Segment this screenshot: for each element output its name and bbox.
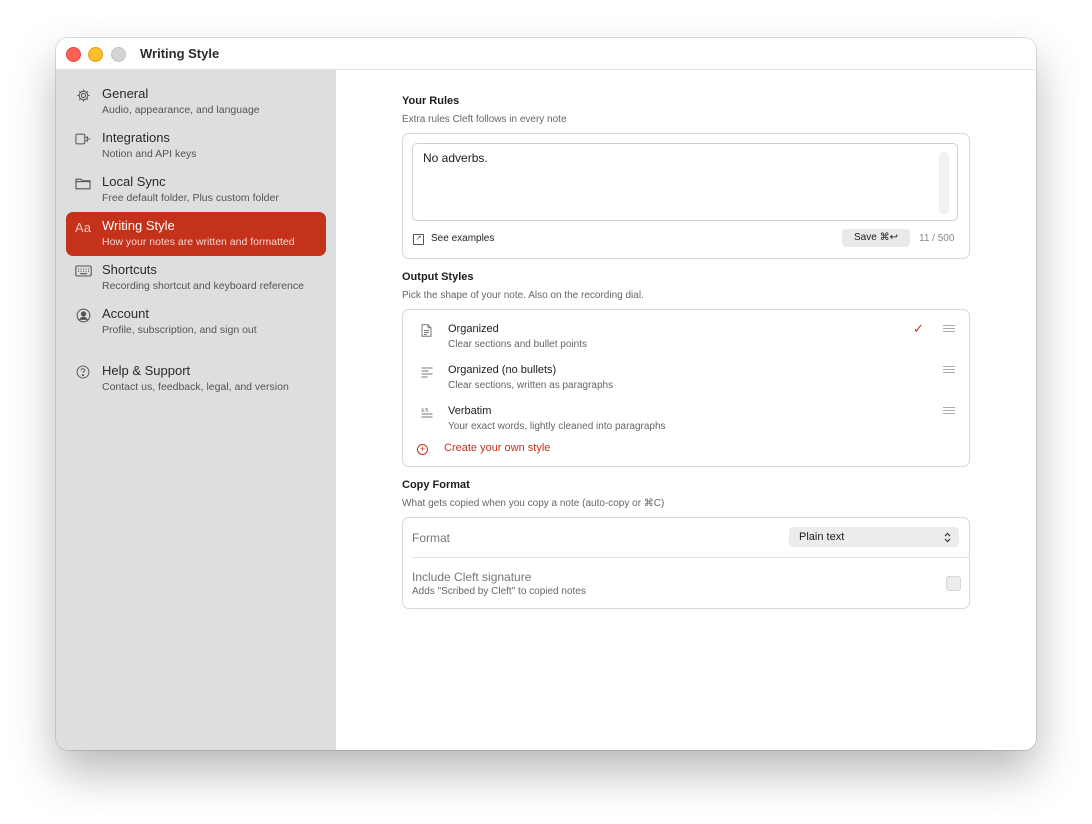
drag-handle-icon[interactable] bbox=[943, 366, 955, 373]
sidebar-item-integrations[interactable]: Integrations Notion and API keys bbox=[66, 124, 326, 168]
format-select[interactable]: Plain text bbox=[789, 527, 959, 547]
gear-icon bbox=[74, 86, 92, 104]
signature-label: Include Cleft signature bbox=[412, 570, 532, 584]
sidebar: General Audio, appearance, and language … bbox=[56, 70, 336, 750]
help-icon bbox=[74, 363, 92, 381]
style-description: Clear sections and bullet points bbox=[448, 339, 587, 350]
sidebar-item-title: Help & Support bbox=[102, 363, 191, 378]
format-label: Format bbox=[412, 531, 451, 545]
plug-icon bbox=[74, 130, 92, 148]
format-select-value: Plain text bbox=[799, 531, 845, 543]
external-link-icon: ↗ bbox=[413, 234, 424, 245]
rules-section-title: Your Rules bbox=[402, 95, 460, 107]
title-bar: Writing Style bbox=[56, 38, 1036, 70]
style-description: Clear sections, written as paragraphs bbox=[448, 380, 614, 391]
paragraph-icon bbox=[421, 365, 433, 379]
folder-icon bbox=[74, 174, 92, 192]
output-styles-section-title: Output Styles bbox=[402, 271, 474, 283]
rules-card: No adverbs. ↗ See examples Save ⌘↩ 11 / … bbox=[402, 133, 970, 259]
style-description: Your exact words, lightly cleaned into p… bbox=[448, 421, 666, 432]
plus-circle-icon: + bbox=[417, 444, 428, 455]
document-icon bbox=[421, 324, 433, 338]
sidebar-item-subtitle: Profile, subscription, and sign out bbox=[102, 324, 257, 336]
drag-handle-icon[interactable] bbox=[943, 407, 955, 414]
signature-checkbox[interactable] bbox=[946, 576, 961, 591]
zoom-window-button[interactable] bbox=[111, 47, 126, 62]
rules-section-subtitle: Extra rules Cleft follows in every note bbox=[402, 114, 567, 125]
sidebar-item-subtitle: Recording shortcut and keyboard referenc… bbox=[102, 280, 304, 292]
signature-description: Adds "Scribed by Cleft" to copied notes bbox=[412, 586, 586, 597]
sidebar-item-account[interactable]: Account Profile, subscription, and sign … bbox=[66, 300, 326, 344]
style-name: Organized (no bullets) bbox=[448, 364, 557, 376]
keyboard-icon bbox=[74, 262, 92, 280]
sidebar-item-subtitle: Contact us, feedback, legal, and version bbox=[102, 381, 289, 393]
chevron-up-down-icon bbox=[944, 527, 951, 550]
row-divider bbox=[412, 557, 969, 558]
drag-handle-icon[interactable] bbox=[943, 325, 955, 332]
style-row-organized-no-bullets[interactable]: Organized (no bullets) Clear sections, w… bbox=[403, 364, 969, 404]
copy-format-section-subtitle: What gets copied when you copy a note (a… bbox=[402, 498, 665, 509]
sidebar-item-help-support[interactable]: Help & Support Contact us, feedback, leg… bbox=[66, 357, 326, 401]
sidebar-item-general[interactable]: General Audio, appearance, and language bbox=[66, 80, 326, 124]
sidebar-item-title: General bbox=[102, 86, 149, 101]
sidebar-item-title: Shortcuts bbox=[102, 262, 157, 277]
checkmark-icon: ✓ bbox=[913, 321, 924, 336]
verbatim-icon bbox=[421, 406, 433, 420]
style-row-verbatim[interactable]: Verbatim Your exact words, lightly clean… bbox=[403, 405, 969, 445]
sidebar-item-subtitle: Notion and API keys bbox=[102, 148, 197, 160]
sidebar-item-subtitle: Free default folder, Plus custom folder bbox=[102, 192, 279, 204]
minimize-window-button[interactable] bbox=[88, 47, 103, 62]
style-name: Verbatim bbox=[448, 405, 492, 417]
window-title: Writing Style bbox=[140, 46, 220, 61]
settings-window: Writing Style General Audio, appearance,… bbox=[56, 38, 1036, 750]
rules-scrollbar[interactable] bbox=[939, 152, 949, 214]
style-name: Organized bbox=[448, 323, 499, 335]
copy-format-section-title: Copy Format bbox=[402, 479, 470, 491]
sidebar-item-shortcuts[interactable]: Shortcuts Recording shortcut and keyboar… bbox=[66, 256, 326, 300]
sidebar-item-local-sync[interactable]: Local Sync Free default folder, Plus cus… bbox=[66, 168, 326, 212]
output-styles-card: Organized Clear sections and bullet poin… bbox=[402, 309, 970, 467]
text-style-icon: Aa bbox=[75, 219, 91, 235]
character-counter: 11 / 500 bbox=[919, 233, 955, 244]
person-circle-icon bbox=[74, 306, 92, 324]
save-button[interactable]: Save ⌘↩ bbox=[842, 229, 910, 247]
rules-text: No adverbs. bbox=[423, 151, 488, 165]
rules-textarea[interactable]: No adverbs. bbox=[412, 143, 958, 221]
copy-format-card: Format Plain text Include Cleft signatur… bbox=[402, 517, 970, 609]
main-content: Your Rules Extra rules Cleft follows in … bbox=[336, 70, 1036, 750]
sidebar-item-title: Account bbox=[102, 306, 149, 321]
sidebar-item-subtitle: How your notes are written and formatted bbox=[102, 236, 295, 248]
sidebar-item-title: Writing Style bbox=[102, 218, 175, 233]
sidebar-item-subtitle: Audio, appearance, and language bbox=[102, 104, 260, 116]
sidebar-item-title: Integrations bbox=[102, 130, 170, 145]
close-window-button[interactable] bbox=[66, 47, 81, 62]
sidebar-item-title: Local Sync bbox=[102, 174, 166, 189]
style-row-organized[interactable]: Organized Clear sections and bullet poin… bbox=[403, 321, 969, 363]
output-styles-section-subtitle: Pick the shape of your note. Also on the… bbox=[402, 290, 644, 301]
create-style-button[interactable]: Create your own style bbox=[444, 442, 550, 454]
sidebar-item-writing-style[interactable]: Aa Writing Style How your notes are writ… bbox=[66, 212, 326, 256]
see-examples-link[interactable]: See examples bbox=[431, 233, 494, 244]
